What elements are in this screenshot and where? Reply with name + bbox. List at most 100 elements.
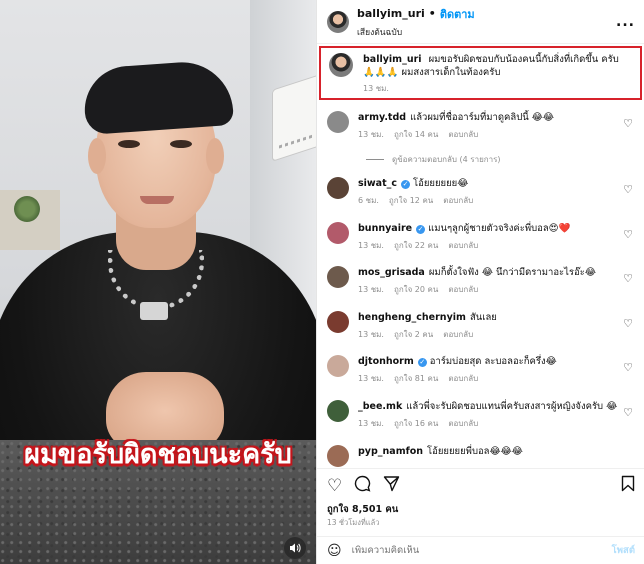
reply-button[interactable]: ตอบกลับ bbox=[448, 285, 478, 294]
reply-button[interactable]: ตอบกลับ bbox=[448, 419, 478, 428]
avatar[interactable] bbox=[329, 53, 353, 77]
comment-text: โอ้ยยยยยพี่บอล😂😂😂 bbox=[427, 446, 523, 457]
comment-username[interactable]: _bee.mk bbox=[358, 401, 402, 412]
bookmark-glyph bbox=[621, 475, 635, 491]
original-audio-link[interactable]: เสียงต้นฉบับ bbox=[357, 25, 475, 39]
comment-text: แมนๆลูกผู้ชายตัวจริงค่ะพี่บอล😍❤️ bbox=[428, 223, 571, 234]
comment-username[interactable]: djtonhorm bbox=[358, 356, 414, 367]
comment-likes[interactable]: ถูกใจ 20 คน bbox=[394, 285, 438, 294]
comment-icon[interactable] bbox=[354, 475, 371, 497]
comment-time: 13 ชม. bbox=[358, 285, 384, 294]
replies-divider bbox=[366, 159, 384, 160]
comment-glyph bbox=[355, 475, 371, 492]
speaker-icon[interactable] bbox=[284, 537, 306, 559]
avatar[interactable] bbox=[327, 445, 349, 467]
comment-time: 6 ชม. bbox=[358, 196, 379, 205]
avatar[interactable] bbox=[327, 311, 349, 333]
speaker-glyph bbox=[290, 543, 301, 553]
view-replies-button[interactable]: ดูข้อความตอบกลับ (4 รายการ) bbox=[366, 153, 501, 166]
more-options-icon[interactable]: ... bbox=[616, 14, 635, 30]
person-eye-left bbox=[118, 140, 140, 148]
comment-text: แล้วพี่จะรับผิดชอบแทนพี่ครับสงสารผู้หญิง… bbox=[406, 401, 618, 412]
verified-badge-icon: ✓ bbox=[417, 358, 427, 367]
person-hair bbox=[81, 58, 235, 136]
comment-likes[interactable]: ถูกใจ 2 คน bbox=[394, 330, 433, 339]
comment-row: _bee.mk แล้วพี่จะรับผิดชอบแทนพี่ครับสงสาร… bbox=[327, 400, 639, 430]
instagram-post-view: ผมขอรับผิดชอบนะครับ ballyim_uri • ติดตาม… bbox=[0, 0, 644, 564]
comment-likes[interactable]: ถูกใจ 14 คน bbox=[394, 130, 438, 139]
author-username[interactable]: ballyim_uri bbox=[357, 7, 425, 20]
background-plant bbox=[14, 196, 40, 222]
heart-icon[interactable]: ♡ bbox=[623, 183, 633, 196]
comment-time: 13 ชม. bbox=[358, 241, 384, 250]
heart-icon[interactable]: ♡ bbox=[623, 117, 633, 130]
post-actions-bar: ♡ bbox=[317, 468, 644, 502]
comment-text: อาร์มบ่อยสุด ละบอลอะก็ครึ่ง😂 bbox=[429, 356, 557, 367]
avatar[interactable] bbox=[327, 400, 349, 422]
comment-row: bunnyaire ✓ แมนๆลูกผู้ชายตัวจริงค่ะพี่บอล😍… bbox=[327, 222, 639, 252]
caption-username[interactable]: ballyim_uri bbox=[363, 54, 422, 65]
comment-username[interactable]: bunnyaire bbox=[358, 223, 412, 234]
heart-icon[interactable]: ♡ bbox=[623, 361, 633, 374]
bookmark-icon[interactable] bbox=[621, 475, 635, 497]
post-caption: ballyim_uri ผมขอรับผิดชอบกับน้องคนนี้กับ… bbox=[319, 46, 642, 100]
emoji-icon[interactable]: ☺ bbox=[327, 543, 342, 559]
avatar[interactable] bbox=[327, 111, 349, 133]
comment-composer: ☺ โพสต์ bbox=[317, 536, 644, 564]
comment-text: สันเลย bbox=[469, 312, 497, 323]
comment-likes[interactable]: ถูกใจ 16 คน bbox=[394, 419, 438, 428]
post-comment-button[interactable]: โพสต์ bbox=[612, 543, 635, 558]
avatar[interactable] bbox=[327, 266, 349, 288]
comment-likes[interactable]: ถูกใจ 22 คน bbox=[394, 241, 438, 250]
heart-icon[interactable]: ♡ bbox=[623, 228, 633, 241]
comment-row: djtonhorm ✓ อาร์มบ่อยสุด ละบอลอะก็ครึ่ง😂 1… bbox=[327, 355, 639, 385]
avatar[interactable] bbox=[327, 177, 349, 199]
verified-badge-icon: ✓ bbox=[416, 225, 426, 234]
necklace-pendant bbox=[140, 302, 168, 320]
comment-text: แล้วผมที่ชื่ออาร์มที่มาดูคลิปนี้ 😂😂 bbox=[410, 112, 554, 123]
person-ear-right bbox=[206, 138, 224, 174]
comment-username[interactable]: mos_grisada bbox=[358, 267, 425, 278]
send-icon[interactable] bbox=[383, 475, 400, 497]
heart-icon[interactable]: ♡ bbox=[623, 317, 633, 330]
avatar[interactable] bbox=[327, 355, 349, 377]
reply-button[interactable]: ตอบกลับ bbox=[448, 130, 478, 139]
comment-username[interactable]: hengheng_chernyim bbox=[358, 312, 466, 323]
reply-button[interactable]: ตอบกลับ bbox=[443, 196, 473, 205]
reply-button[interactable]: ตอบกลับ bbox=[448, 374, 478, 383]
comment-likes[interactable]: ถูกใจ 12 คน bbox=[389, 196, 433, 205]
heart-icon[interactable]: ♡ bbox=[623, 272, 633, 285]
comment-username[interactable]: army.tdd bbox=[358, 112, 406, 123]
post-header: ballyim_uri • ติดตาม เสียงต้นฉบับ ... bbox=[317, 0, 644, 44]
reply-button[interactable]: ตอบกลับ bbox=[448, 241, 478, 250]
separator-dot: • bbox=[428, 7, 436, 20]
person-eye-right bbox=[170, 140, 192, 148]
comment-username[interactable]: siwat_c bbox=[358, 178, 397, 189]
view-replies-label: ดูข้อความตอบกลับ (4 รายการ) bbox=[392, 155, 501, 164]
comment-username[interactable]: pyp_namfon bbox=[358, 446, 423, 457]
comment-time: 13 ชม. bbox=[358, 419, 384, 428]
likes-count[interactable]: ถูกใจ 8,501 คน bbox=[327, 502, 398, 517]
comment-text: โอ้ยยยยยย😂 bbox=[413, 178, 469, 189]
posted-time: 13 ชั่วโมงที่แล้ว bbox=[327, 518, 380, 527]
comment-row: mos_grisada ผมก็ตั้งใจฟัง 😂 นึกว่ามีดรามา… bbox=[327, 266, 639, 296]
avatar[interactable] bbox=[327, 222, 349, 244]
comment-time: 13 ชม. bbox=[358, 330, 384, 339]
video-player[interactable]: ผมขอรับผิดชอบนะครับ bbox=[0, 0, 316, 564]
follow-button[interactable]: ติดตาม bbox=[440, 5, 475, 23]
comment-row: pyp_namfon โอ้ยยยยยพี่บอล😂😂😂 bbox=[327, 445, 639, 467]
comment-text: ผมก็ตั้งใจฟัง 😂 นึกว่ามีดรามาอะไรอ๊ะ😂 bbox=[428, 267, 596, 278]
comment-likes[interactable]: ถูกใจ 81 คน bbox=[394, 374, 438, 383]
comment-row: hengheng_chernyim สันเลย 13 ชม. ถูกใจ 2 คน… bbox=[327, 311, 639, 341]
reply-button[interactable]: ตอบกลับ bbox=[443, 330, 473, 339]
avatar[interactable] bbox=[327, 10, 349, 33]
heart-icon[interactable]: ♡ bbox=[327, 476, 342, 496]
comment-time: 13 ชม. bbox=[358, 130, 384, 139]
comment-time: 13 ชม. bbox=[358, 374, 384, 383]
air-conditioner bbox=[272, 74, 316, 162]
post-author-info: ballyim_uri • ติดตาม เสียงต้นฉบับ bbox=[357, 5, 475, 39]
person-ear-left bbox=[88, 138, 106, 174]
comment-input[interactable] bbox=[351, 545, 572, 556]
person-mouth bbox=[140, 196, 174, 204]
heart-icon[interactable]: ♡ bbox=[623, 406, 633, 419]
